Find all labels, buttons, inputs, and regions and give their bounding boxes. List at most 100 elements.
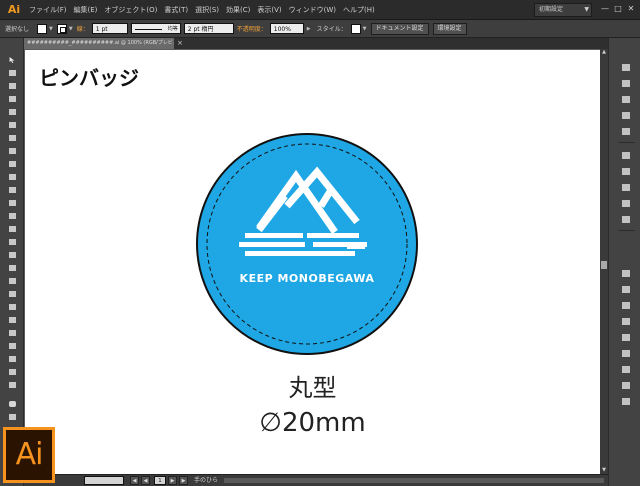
- stroke-profile-select[interactable]: 均等: [130, 23, 181, 34]
- paintbrush-icon[interactable]: [5, 160, 19, 168]
- direct-selection-tool-icon[interactable]: [5, 69, 19, 77]
- line-tool-icon[interactable]: [5, 134, 19, 142]
- transform-icon[interactable]: [621, 380, 631, 390]
- menu-object[interactable]: オブジェクト(O): [104, 5, 157, 15]
- transparency-icon[interactable]: [621, 198, 631, 208]
- opentype-icon[interactable]: [621, 332, 631, 342]
- eyedropper-icon[interactable]: [5, 316, 19, 324]
- minimize-button[interactable]: —: [600, 4, 610, 14]
- zoom-field[interactable]: [84, 476, 124, 485]
- document-tab[interactable]: ##########_##########.ai @ 100% (RGB/プレビ…: [24, 38, 174, 49]
- menu-view[interactable]: 表示(V): [257, 5, 281, 15]
- artboards-icon[interactable]: [621, 284, 631, 294]
- close-tab-icon[interactable]: ×: [177, 38, 183, 49]
- pin-badge: KEEP MONOBEGAWA: [196, 133, 418, 355]
- panel-dock: [608, 38, 640, 486]
- artboard-number-field[interactable]: 1: [154, 476, 166, 485]
- workspace-label: 初期設定: [539, 6, 564, 13]
- character-icon[interactable]: [621, 300, 631, 310]
- artboard-title: ピンバッジ: [39, 66, 139, 90]
- zoom-tool-icon[interactable]: [5, 413, 19, 421]
- free-transform-icon[interactable]: [5, 251, 19, 259]
- chevron-down-icon[interactable]: ▼: [363, 26, 367, 32]
- magic-wand-icon[interactable]: [5, 82, 19, 90]
- menu-type[interactable]: 書式(T): [164, 5, 188, 15]
- perspective-grid-icon[interactable]: [5, 277, 19, 285]
- next-artboard-icon[interactable]: ▶: [168, 476, 177, 485]
- brushes-icon[interactable]: [621, 110, 631, 120]
- align-icon[interactable]: [621, 348, 631, 358]
- menu-window[interactable]: ウィンドウ(W): [289, 5, 336, 15]
- hand-tool-icon[interactable]: [5, 400, 19, 408]
- close-window-button[interactable]: ✕: [626, 4, 636, 14]
- menu-edit[interactable]: 編集(E): [74, 5, 98, 15]
- paragraph-icon[interactable]: [621, 316, 631, 326]
- symbol-sprayer-icon[interactable]: [5, 342, 19, 350]
- stroke-weight-field[interactable]: 1 pt: [91, 23, 128, 34]
- opacity-label[interactable]: 不透明度：: [237, 24, 267, 33]
- artboard[interactable]: ピンバッジ KEEP MONOBEGAWA 丸型 ∅20mm: [25, 50, 600, 474]
- scroll-down-icon[interactable]: ▼: [600, 467, 608, 474]
- shape-builder-icon[interactable]: [5, 264, 19, 272]
- width-tool-icon[interactable]: [5, 238, 19, 246]
- pencil-icon[interactable]: [5, 173, 19, 181]
- slice-tool-icon[interactable]: [5, 381, 19, 389]
- blend-icon[interactable]: [5, 329, 19, 337]
- stroke-icon[interactable]: [621, 166, 631, 176]
- column-graph-icon[interactable]: [5, 355, 19, 363]
- rotate-icon[interactable]: [5, 212, 19, 220]
- swatches-icon[interactable]: [621, 94, 631, 104]
- scrollbar-thumb[interactable]: [601, 261, 607, 269]
- chevron-right-icon[interactable]: ▶: [307, 26, 311, 32]
- scale-icon[interactable]: [5, 225, 19, 233]
- chevron-down-icon[interactable]: ▼: [49, 26, 53, 32]
- tools-panel: [0, 38, 24, 486]
- maximize-button[interactable]: □: [613, 4, 623, 14]
- color-guide-icon[interactable]: [621, 78, 631, 88]
- mesh-icon[interactable]: [5, 290, 19, 298]
- stroke-swatch[interactable]: [56, 23, 67, 34]
- first-artboard-icon[interactable]: ◀: [130, 476, 139, 485]
- scroll-up-icon[interactable]: ▲: [600, 49, 608, 56]
- brush-select[interactable]: 2 pt 楕円: [183, 23, 234, 34]
- artboard-tool-icon[interactable]: [5, 368, 19, 376]
- illustrator-logo: Ai: [3, 427, 55, 483]
- type-tool-icon[interactable]: [5, 121, 19, 129]
- selection-tool-icon[interactable]: [5, 56, 19, 64]
- menu-effect[interactable]: 効果(C): [226, 5, 250, 15]
- dock-divider: [619, 230, 635, 231]
- status-bar: ◀ ◀ 1 ▶ ▶ 手のひら: [24, 474, 608, 486]
- preferences-button[interactable]: 環境設定: [432, 22, 467, 35]
- menu-select[interactable]: 選択(S): [195, 5, 219, 15]
- menu-file[interactable]: ファイル(F): [29, 5, 67, 15]
- document-setup-button[interactable]: ドキュメント設定: [370, 22, 429, 35]
- color-icon[interactable]: [621, 62, 631, 72]
- last-artboard-icon[interactable]: ▶: [179, 476, 188, 485]
- rectangle-tool-icon[interactable]: [5, 147, 19, 155]
- stroke-label[interactable]: 線：: [77, 24, 89, 33]
- opacity-field[interactable]: 100%: [269, 23, 304, 34]
- graphic-styles-icon[interactable]: [621, 150, 631, 160]
- eraser-icon[interactable]: [5, 199, 19, 207]
- pathfinder-icon[interactable]: [621, 364, 631, 374]
- fill-swatch[interactable]: [37, 23, 48, 34]
- chevron-down-icon[interactable]: ▼: [69, 26, 73, 32]
- menu-help[interactable]: ヘルプ(H): [343, 5, 375, 15]
- vertical-scrollbar[interactable]: ▲ ▼: [600, 49, 608, 474]
- pen-tool-icon[interactable]: [5, 108, 19, 116]
- graphic-style-swatch[interactable]: [350, 23, 361, 34]
- gradient-panel-icon[interactable]: [621, 182, 631, 192]
- gradient-icon[interactable]: [5, 303, 19, 311]
- horizontal-scrollbar[interactable]: [224, 478, 604, 483]
- appearance-icon[interactable]: [621, 214, 631, 224]
- document-tab-bar: ##########_##########.ai @ 100% (RGB/プレビ…: [24, 38, 608, 49]
- chevron-down-icon: ▼: [584, 6, 589, 13]
- links-icon[interactable]: [621, 396, 631, 406]
- blob-brush-icon[interactable]: [5, 186, 19, 194]
- lasso-icon[interactable]: [5, 95, 19, 103]
- layers-icon[interactable]: [621, 268, 631, 278]
- workspace-switcher[interactable]: 初期設定 ▼: [534, 3, 592, 17]
- symbols-icon[interactable]: [621, 126, 631, 136]
- stroke-profile-label: 均等: [167, 26, 178, 32]
- previous-artboard-icon[interactable]: ◀: [141, 476, 150, 485]
